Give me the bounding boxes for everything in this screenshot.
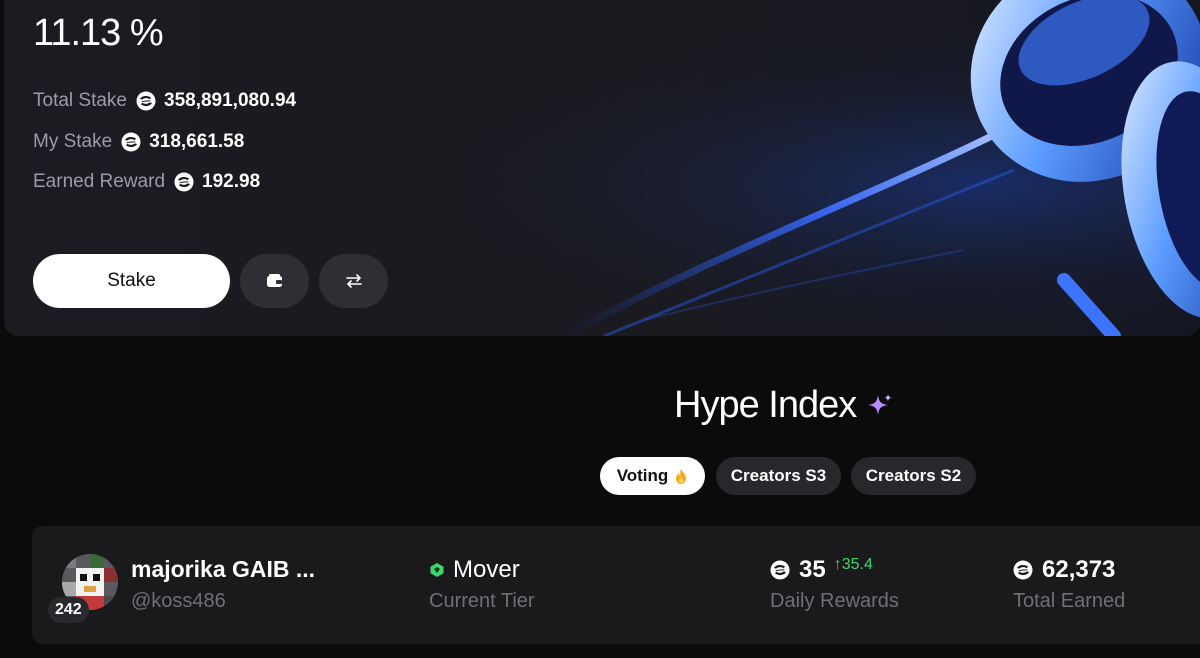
rank-badge: 242 (48, 597, 89, 623)
tab-creators-s2-label: Creators S2 (865, 466, 962, 485)
my-stake-label: My Stake (33, 131, 113, 152)
my-stake-value: 318,661.58 (149, 131, 245, 152)
daily-rewards-delta: ↑35.4 (833, 556, 873, 573)
daily-rewards-row: 35 ↑35.4 (770, 556, 873, 584)
tab-creators-s3[interactable]: Creators S3 (716, 457, 841, 495)
daily-rewards-value: 35 (799, 556, 826, 583)
creator-row[interactable]: 242 majorika GAIB ... @koss486 Mover Cur… (32, 526, 1200, 644)
swap-button[interactable] (319, 254, 388, 308)
creator-handle: @koss486 (131, 590, 226, 612)
token-coin-icon (136, 91, 156, 111)
token-coin-icon (1013, 560, 1033, 580)
swap-arrows-icon (345, 274, 362, 288)
apy-value: 11.13 % (33, 12, 164, 54)
total-earned-value: 62,373 (1042, 556, 1116, 583)
section-title: Hype Index (674, 384, 894, 427)
total-stake-value: 358,891,080.94 (164, 90, 297, 111)
sparkle-icon (868, 393, 892, 415)
my-stake-row: My Stake 318,661.58 (33, 131, 244, 153)
stake-button[interactable]: Stake (33, 254, 230, 308)
tab-creators-s3-label: Creators S3 (730, 466, 827, 485)
token-coin-icon (770, 560, 790, 580)
tab-creators-s2[interactable]: Creators S2 (851, 457, 976, 495)
tab-voting[interactable]: Voting (600, 457, 705, 495)
total-stake-row: Total Stake 358,891,080.94 (33, 90, 296, 112)
hype-index-title: Hype Index (674, 384, 857, 426)
tier-label: Current Tier (429, 590, 535, 612)
tab-voting-label: Voting (616, 466, 669, 485)
fire-icon (676, 468, 687, 484)
staking-card: 11.13 % Total Stake 358,891,080.94 My St… (4, 0, 1200, 336)
earned-reward-value: 192.98 (202, 171, 261, 192)
wallet-button[interactable] (240, 254, 309, 308)
creator-name[interactable]: majorika GAIB ... (131, 556, 315, 583)
wallet-icon (266, 274, 282, 287)
token-coin-icon (174, 172, 194, 192)
total-earned-label: Total Earned (1013, 590, 1126, 612)
total-earned-row: 62,373 (1013, 556, 1115, 584)
tier-gem-icon (430, 563, 444, 577)
total-stake-label: Total Stake (33, 90, 127, 111)
tier-value-row: Mover (429, 556, 520, 584)
tier-value: Mover (453, 556, 520, 583)
earned-reward-label: Earned Reward (33, 171, 166, 192)
earned-reward-row: Earned Reward 192.98 (33, 171, 260, 193)
daily-rewards-label: Daily Rewards (770, 590, 899, 612)
token-coin-icon (121, 132, 141, 152)
